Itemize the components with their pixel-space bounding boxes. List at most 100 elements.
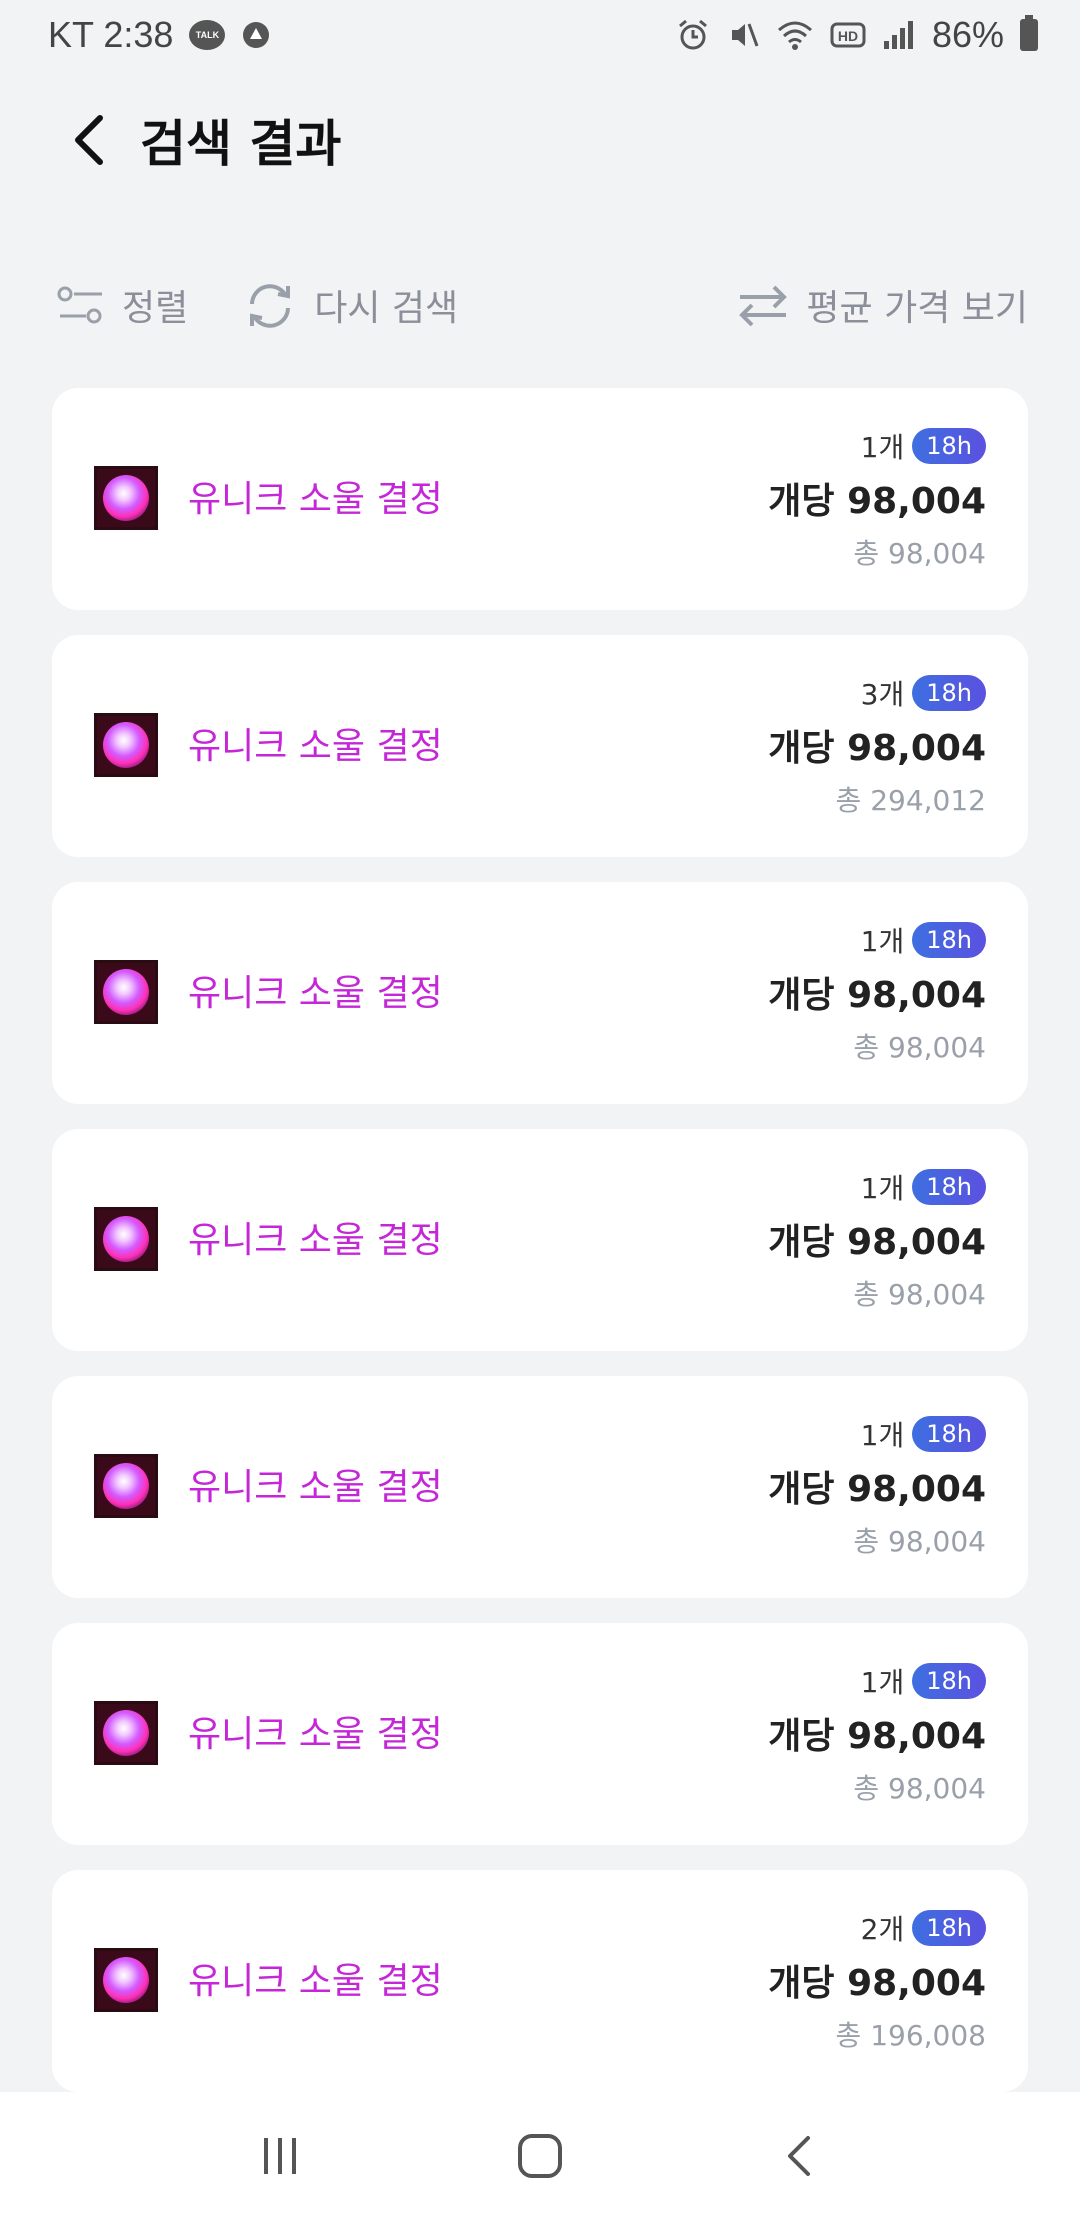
quantity-row: 1개 18h <box>768 1414 986 1454</box>
research-button[interactable]: 다시 검색 <box>242 279 458 331</box>
soul-crystal-icon <box>103 1710 149 1756</box>
quantity-row: 1개 18h <box>768 920 986 960</box>
unit-price: 개당 98,004 <box>768 1963 986 2004</box>
status-bar: KT 2:38 TALK HD 86% <box>0 0 1080 70</box>
list-item[interactable]: 유니크 소울 결정 1개 18h 개당 98,004 총 98,004 <box>52 1376 1028 1598</box>
signal-icon <box>882 19 916 51</box>
list-item[interactable]: 유니크 소울 결정 2개 18h 개당 98,004 총 196,008 <box>52 1870 1028 2092</box>
swap-arrows-icon <box>739 285 788 327</box>
list-item[interactable]: 유니크 소울 결정 1개 18h 개당 98,004 총 98,004 <box>52 1623 1028 1845</box>
list-item[interactable]: 유니크 소울 결정 1개 18h 개당 98,004 총 98,004 <box>52 1129 1028 1351</box>
quantity: 3개 <box>860 678 905 711</box>
total-price: 총 98,004 <box>853 1278 986 1311</box>
quantity-row: 1개 18h <box>768 1167 986 1207</box>
time-badge: 18h <box>912 1663 986 1699</box>
item-name: 유니크 소울 결정 <box>188 1467 443 1508</box>
research-label: 다시 검색 <box>314 288 459 329</box>
wifi-icon <box>776 18 814 52</box>
list-item[interactable]: 유니크 소울 결정 1개 18h 개당 98,004 총 98,004 <box>52 388 1028 610</box>
status-right: HD 86% <box>676 14 1038 56</box>
unit-price: 개당 98,004 <box>768 975 986 1016</box>
system-back-button[interactable] <box>740 2106 860 2206</box>
home-button[interactable] <box>480 2106 600 2206</box>
navigation-bar <box>0 2092 1080 2220</box>
soul-crystal-icon <box>103 1957 149 2003</box>
list-item[interactable]: 유니크 소울 결정 3개 18h 개당 98,004 총 294,012 <box>52 635 1028 857</box>
notification-icon <box>241 20 271 50</box>
price-block: 3개 18h 개당 98,004 총 294,012 <box>768 673 986 819</box>
toolbar-left: 정렬 다시 검색 <box>56 279 458 331</box>
unit-price: 개당 98,004 <box>768 1716 986 1757</box>
item-name: 유니크 소울 결정 <box>188 479 443 520</box>
sort-icon <box>57 286 102 324</box>
result-list: 유니크 소울 결정 1개 18h 개당 98,004 총 98,004 유니크 … <box>52 388 1028 2117</box>
item-name: 유니크 소울 결정 <box>188 973 443 1014</box>
quantity: 1개 <box>860 1419 905 1452</box>
time-badge: 18h <box>912 1416 986 1452</box>
item-thumbnail <box>94 713 158 777</box>
kakaotalk-icon: TALK <box>189 20 226 50</box>
quantity: 2개 <box>860 1913 905 1946</box>
average-price-button[interactable]: 평균 가격 보기 <box>736 279 1028 331</box>
item-thumbnail <box>94 1207 158 1271</box>
quantity: 1개 <box>860 1666 905 1699</box>
item-thumbnail <box>94 466 158 530</box>
recent-apps-icon <box>264 2138 296 2174</box>
item-name: 유니크 소울 결정 <box>188 726 443 767</box>
unit-price: 개당 98,004 <box>768 728 986 769</box>
refresh-icon <box>250 284 291 328</box>
soul-crystal-icon <box>103 969 149 1015</box>
price-block: 1개 18h 개당 98,004 총 98,004 <box>768 1167 986 1313</box>
sort-button[interactable]: 정렬 <box>56 279 188 331</box>
item-thumbnail <box>94 1701 158 1765</box>
home-icon <box>518 2134 562 2178</box>
item-name: 유니크 소울 결정 <box>188 1714 443 1755</box>
time-badge: 18h <box>912 675 986 711</box>
quantity: 1개 <box>860 1172 905 1205</box>
quantity: 1개 <box>860 925 905 958</box>
unit-price: 개당 98,004 <box>768 1222 986 1263</box>
item-thumbnail <box>94 1454 158 1518</box>
item-thumbnail <box>94 1948 158 2012</box>
svg-text:HD: HD <box>838 28 858 44</box>
quantity-row: 3개 18h <box>768 673 986 713</box>
quantity: 1개 <box>860 431 905 464</box>
price-block: 2개 18h 개당 98,004 총 196,008 <box>768 1908 986 2054</box>
time-badge: 18h <box>912 1910 986 1946</box>
header: 검색 결과 <box>0 100 1080 180</box>
back-icon <box>788 2136 810 2176</box>
soul-crystal-icon <box>103 1216 149 1262</box>
hd-icon: HD <box>830 20 866 50</box>
chevron-left-icon <box>75 115 103 165</box>
time-badge: 18h <box>912 922 986 958</box>
total-price: 총 98,004 <box>853 1525 986 1558</box>
time-badge: 18h <box>912 428 986 464</box>
item-name: 유니크 소울 결정 <box>188 1220 443 1261</box>
status-left: KT 2:38 TALK <box>48 14 271 56</box>
total-price: 총 98,004 <box>853 1772 986 1805</box>
talk-icon-text: TALK <box>195 30 220 40</box>
quantity-row: 2개 18h <box>768 1908 986 1948</box>
page-title: 검색 결과 <box>140 115 342 173</box>
soul-crystal-icon <box>103 1463 149 1509</box>
list-item[interactable]: 유니크 소울 결정 1개 18h 개당 98,004 총 98,004 <box>52 882 1028 1104</box>
price-block: 1개 18h 개당 98,004 총 98,004 <box>768 920 986 1066</box>
carrier-time: KT 2:38 <box>48 14 174 55</box>
screen: KT 2:38 TALK HD 86% 검색 결과 정렬 다시 검색 평균 가격… <box>0 0 1080 2220</box>
back-button[interactable] <box>40 100 140 180</box>
unit-price: 개당 98,004 <box>768 481 986 522</box>
battery-percent: 86% <box>931 14 1004 55</box>
total-price: 총 98,004 <box>853 1031 986 1064</box>
alarm-icon <box>676 18 710 52</box>
mute-icon <box>726 18 760 52</box>
quantity-row: 1개 18h <box>768 1661 986 1701</box>
total-price: 총 196,008 <box>835 2019 986 2052</box>
price-block: 1개 18h 개당 98,004 총 98,004 <box>768 1661 986 1807</box>
soul-crystal-icon <box>103 475 149 521</box>
price-block: 1개 18h 개당 98,004 총 98,004 <box>768 426 986 572</box>
toolbar: 정렬 다시 검색 평균 가격 보기 <box>56 270 1028 340</box>
price-block: 1개 18h 개당 98,004 총 98,004 <box>768 1414 986 1560</box>
average-price-label: 평균 가격 보기 <box>806 288 1028 329</box>
recent-apps-button[interactable] <box>220 2106 340 2206</box>
quantity-row: 1개 18h <box>768 426 986 466</box>
